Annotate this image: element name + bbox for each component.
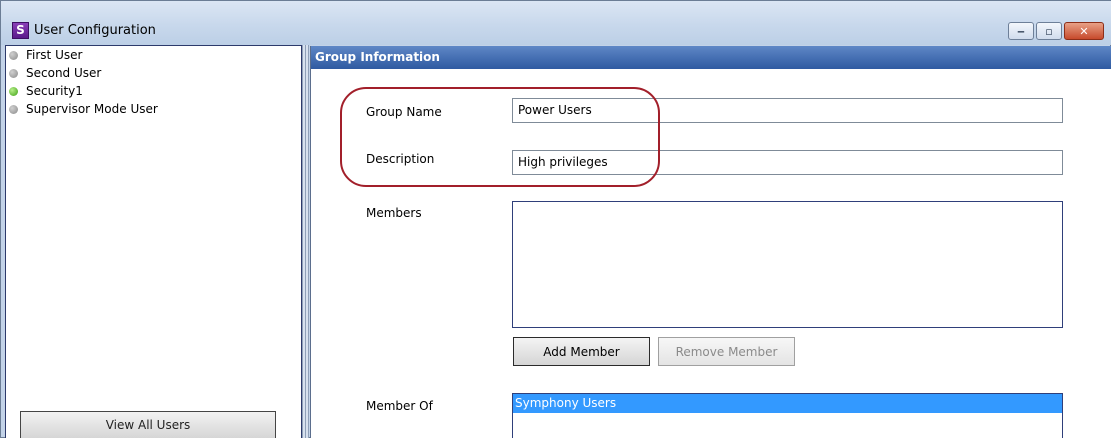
- close-icon: ✕: [1079, 24, 1089, 38]
- user-list-item-second-user[interactable]: Second User: [6, 64, 301, 82]
- minimize-button[interactable]: ‒: [1008, 22, 1034, 40]
- minimize-icon: ‒: [1017, 24, 1025, 38]
- user-configuration-window: S User Configuration ‒ ▫ ✕ First User Se…: [0, 0, 1111, 438]
- members-list[interactable]: [512, 201, 1063, 328]
- status-offline-icon: [9, 68, 18, 78]
- group-name-field[interactable]: Power Users: [512, 98, 1063, 123]
- window-title: User Configuration: [34, 23, 156, 38]
- list-item[interactable]: Symphony Users: [513, 394, 1062, 413]
- maximize-button[interactable]: ▫: [1036, 22, 1062, 40]
- status-offline-icon: [9, 104, 18, 114]
- close-button[interactable]: ✕: [1064, 22, 1104, 40]
- user-list-item-supervisor-mode-user[interactable]: Supervisor Mode User: [6, 100, 301, 118]
- title-bar[interactable]: S User Configuration ‒ ▫ ✕: [1, 1, 1111, 45]
- user-list: First User Second User Security1 Supervi…: [6, 46, 301, 118]
- user-list-item-security1[interactable]: Security1: [6, 82, 301, 100]
- maximize-icon: ▫: [1045, 24, 1053, 38]
- view-all-users-button[interactable]: View All Users: [20, 411, 276, 438]
- add-member-button[interactable]: Add Member: [513, 337, 650, 366]
- group-name-label: Group Name: [366, 105, 442, 119]
- app-logo-icon: S: [12, 22, 29, 39]
- status-online-icon: [9, 86, 18, 96]
- user-name: Second User: [26, 66, 102, 80]
- description-label: Description: [366, 152, 435, 166]
- group-information-panel: Group Information Group Name Power Users…: [310, 46, 1111, 438]
- group-information-header: Group Information: [311, 46, 1111, 69]
- user-name: Security1: [26, 84, 83, 98]
- window-controls: ‒ ▫ ✕: [1006, 22, 1104, 42]
- members-label: Members: [366, 206, 422, 220]
- panel-splitter[interactable]: [302, 45, 309, 438]
- user-list-item-first-user[interactable]: First User: [6, 46, 301, 64]
- user-list-panel: First User Second User Security1 Supervi…: [5, 45, 302, 438]
- user-name: First User: [26, 48, 83, 62]
- member-of-list[interactable]: Symphony Users: [512, 393, 1063, 438]
- description-field[interactable]: High privileges: [512, 150, 1063, 175]
- member-of-label: Member Of: [366, 399, 433, 413]
- user-name: Supervisor Mode User: [26, 102, 158, 116]
- status-offline-icon: [9, 50, 18, 60]
- remove-member-button[interactable]: Remove Member: [658, 337, 795, 366]
